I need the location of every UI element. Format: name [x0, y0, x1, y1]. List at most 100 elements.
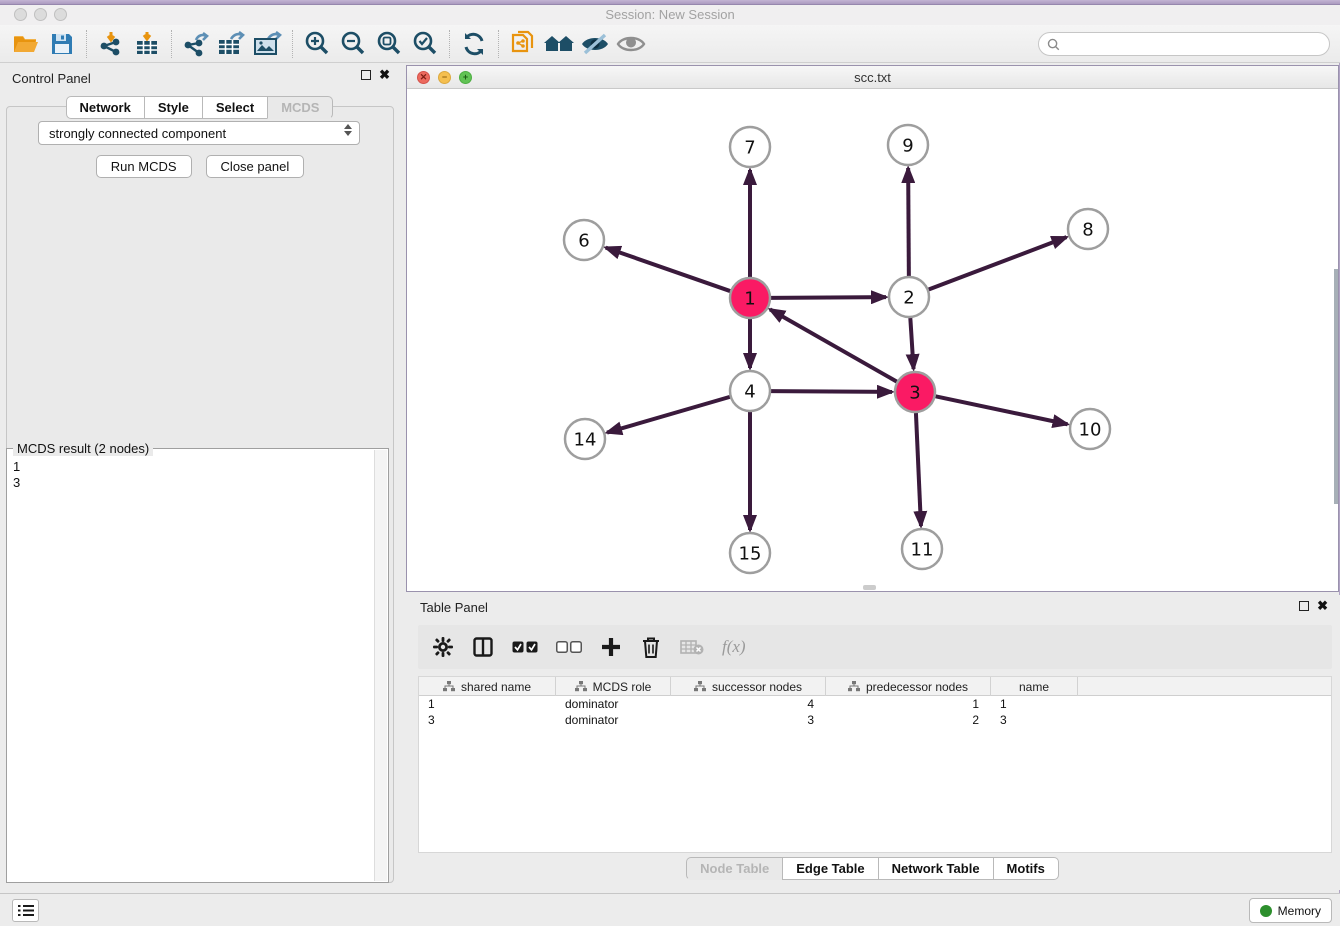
table-cell[interactable]: 3 — [991, 712, 1078, 728]
graph-node-1[interactable]: 1 — [730, 278, 770, 318]
function-builder-icon[interactable]: f(x) — [722, 634, 746, 660]
show-all-icon[interactable] — [613, 28, 649, 60]
graph-edge-2-3[interactable] — [910, 318, 913, 369]
graph-node-2[interactable]: 2 — [889, 277, 929, 317]
graph-node-14[interactable]: 14 — [565, 419, 605, 459]
table-cell[interactable]: 3 — [671, 712, 826, 728]
table-settings-icon[interactable] — [432, 634, 454, 660]
delete-column-icon[interactable] — [640, 634, 662, 660]
svg-text:3: 3 — [909, 382, 920, 403]
graph-edge-4-14[interactable] — [607, 397, 730, 433]
graph-node-8[interactable]: 8 — [1068, 209, 1108, 249]
table-cell[interactable]: 1 — [419, 696, 556, 712]
svg-text:15: 15 — [739, 543, 762, 564]
add-column-icon[interactable] — [600, 634, 622, 660]
close-panel-button[interactable]: Close panel — [206, 155, 305, 178]
graph-edge-1-2[interactable] — [771, 297, 886, 298]
table-cell[interactable]: 2 — [826, 712, 991, 728]
tab-select[interactable]: Select — [202, 96, 268, 119]
tab-style[interactable]: Style — [144, 96, 203, 119]
result-scrollbar[interactable] — [374, 450, 387, 881]
table-cell[interactable]: 1 — [826, 696, 991, 712]
import-network-icon[interactable] — [93, 28, 129, 60]
graph-node-4[interactable]: 4 — [730, 371, 770, 411]
graph-node-6[interactable]: 6 — [564, 220, 604, 260]
table-cell[interactable]: dominator — [556, 696, 671, 712]
table-cell[interactable]: 4 — [671, 696, 826, 712]
table-tab-network-table[interactable]: Network Table — [878, 857, 994, 880]
duplicate-network-icon[interactable] — [505, 28, 541, 60]
column-header-shared-name[interactable]: shared name — [419, 677, 556, 696]
search-field[interactable] — [1038, 32, 1330, 56]
node-table[interactable]: shared nameMCDS rolesuccessor nodesprede… — [418, 676, 1332, 853]
zoom-out-icon[interactable] — [335, 28, 371, 60]
table-tab-edge-table[interactable]: Edge Table — [782, 857, 878, 880]
table-cell[interactable]: dominator — [556, 712, 671, 728]
zoom-selected-icon[interactable] — [407, 28, 443, 60]
delete-table-icon[interactable] — [680, 634, 704, 660]
graph-edge-2-9[interactable] — [908, 168, 909, 276]
criterion-dropdown-value: strongly connected component — [49, 126, 226, 141]
export-network-icon[interactable] — [178, 28, 214, 60]
deselect-all-icon[interactable] — [556, 634, 582, 660]
export-table-icon[interactable] — [214, 28, 250, 60]
network-window-titlebar: ✕ − + scc.txt — [407, 66, 1338, 89]
split-view-icon[interactable] — [472, 634, 494, 660]
table-cell[interactable]: 1 — [991, 696, 1078, 712]
graph-node-3[interactable]: 3 — [895, 372, 935, 412]
graph-edge-3-10[interactable] — [936, 396, 1068, 424]
table-tab-motifs[interactable]: Motifs — [993, 857, 1059, 880]
zoom-in-icon[interactable] — [299, 28, 335, 60]
network-canvas[interactable]: 7 9 6 8 1 2 4 3 14 10 15 11 — [407, 89, 1338, 591]
open-session-icon[interactable] — [8, 28, 44, 60]
table-row[interactable]: 1dominator411 — [419, 696, 1331, 712]
graph-edge-3-11[interactable] — [916, 413, 921, 526]
graph-node-15[interactable]: 15 — [730, 533, 770, 573]
network-vertical-scrollbar[interactable] — [1334, 269, 1338, 504]
hide-selected-icon[interactable] — [577, 28, 613, 60]
column-header-successor-nodes[interactable]: successor nodes — [671, 677, 826, 696]
memory-label: Memory — [1278, 904, 1321, 918]
first-neighbors-icon[interactable] — [541, 28, 577, 60]
save-session-icon[interactable] — [44, 28, 80, 60]
list-icon — [18, 904, 34, 917]
import-table-icon[interactable] — [129, 28, 165, 60]
graph-edge-2-8[interactable] — [929, 237, 1067, 289]
tab-mcds[interactable]: MCDS — [267, 96, 333, 119]
column-header-MCDS-role[interactable]: MCDS role — [556, 677, 671, 696]
tab-network[interactable]: Network — [66, 96, 145, 119]
zoom-fit-icon[interactable] — [371, 28, 407, 60]
task-history-button[interactable] — [12, 899, 39, 922]
criterion-dropdown[interactable]: strongly connected component — [38, 121, 360, 145]
graph-edge-4-3[interactable] — [771, 391, 892, 392]
column-header-name[interactable]: name — [991, 677, 1078, 696]
float-panel-icon[interactable] — [361, 70, 371, 80]
graph-edge-3-1[interactable] — [770, 309, 897, 381]
graph-node-7[interactable]: 7 — [730, 127, 770, 167]
export-image-icon[interactable] — [250, 28, 286, 60]
select-all-icon[interactable] — [512, 634, 538, 660]
refresh-icon[interactable] — [456, 28, 492, 60]
hierarchy-icon — [848, 681, 860, 692]
close-panel-icon[interactable]: ✖ — [379, 70, 390, 80]
graph-node-11[interactable]: 11 — [902, 529, 942, 569]
table-cell[interactable]: 3 — [419, 712, 556, 728]
float-table-panel-icon[interactable] — [1299, 601, 1309, 611]
memory-button[interactable]: Memory — [1249, 898, 1332, 923]
network-graph[interactable]: 7 9 6 8 1 2 4 3 14 10 15 11 — [407, 89, 1338, 592]
graph-edge-1-6[interactable] — [606, 248, 730, 291]
table-panel-title: Table Panel — [420, 600, 488, 615]
table-row[interactable]: 3dominator323 — [419, 712, 1331, 728]
titlebar: Session: New Session — [0, 5, 1340, 25]
network-horizontal-scrollbar[interactable] — [863, 585, 876, 590]
main-toolbar — [0, 25, 1340, 63]
run-mcds-button[interactable]: Run MCDS — [96, 155, 192, 178]
graph-node-9[interactable]: 9 — [888, 125, 928, 165]
search-icon — [1047, 38, 1060, 51]
column-header-predecessor-nodes[interactable]: predecessor nodes — [826, 677, 991, 696]
close-table-panel-icon[interactable]: ✖ — [1317, 601, 1328, 611]
graph-node-10[interactable]: 10 — [1070, 409, 1110, 449]
table-tab-node-table[interactable]: Node Table — [686, 857, 783, 880]
search-input[interactable] — [1065, 37, 1329, 51]
control-panel-tabs: NetworkStyleSelectMCDS — [0, 96, 400, 119]
